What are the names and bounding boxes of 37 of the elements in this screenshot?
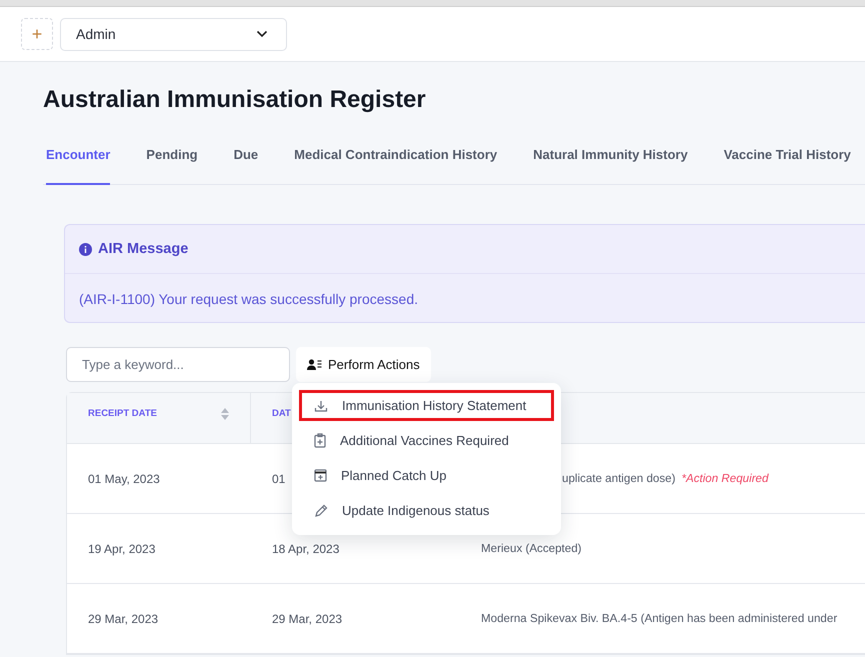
menu-item[interactable]: Update Indigenous status <box>299 495 554 526</box>
add-button[interactable]: + <box>21 18 53 50</box>
table-cell: Moderna Spikevax Biv. BA.4-5 (Antigen has been administered under <box>481 612 838 625</box>
column-header[interactable]: RECEIPT DATE <box>88 408 157 419</box>
table-cell: 01 May, 2023 <box>88 472 160 486</box>
download-icon <box>314 398 328 412</box>
clipboard-icon <box>314 433 326 448</box>
table-cell: 18 Apr, 2023 <box>272 542 340 556</box>
sort-icon[interactable] <box>221 408 229 420</box>
tab[interactable]: Natural Immunity History <box>533 147 688 185</box>
info-icon <box>79 242 92 256</box>
column-header[interactable]: DAT <box>272 408 291 419</box>
action-required-note: *Action Required <box>681 472 768 485</box>
message-text: (AIR-I-1100) Your request was successfully processed. <box>78 290 420 309</box>
user-list-icon <box>307 359 322 370</box>
table-cell: 29 Mar, 2023 <box>272 612 342 626</box>
table-cell: 19 Apr, 2023 <box>88 542 156 556</box>
search-field[interactable]: Type a keyword... <box>66 347 290 382</box>
chevron-down-icon <box>256 30 268 38</box>
role-select[interactable]: Admin <box>60 18 287 50</box>
tab[interactable]: Encounter <box>46 147 110 185</box>
menu-item[interactable]: Planned Catch Up <box>299 460 554 491</box>
pencil-icon <box>314 504 328 518</box>
page-title: Australian Immunisation Register <box>43 86 427 114</box>
tab[interactable]: Vaccine Trial History <box>724 147 851 185</box>
tab[interactable]: Due <box>234 147 258 185</box>
calendar-icon <box>314 469 327 482</box>
table-cell: uplicate antigen dose) <box>562 472 676 485</box>
table-cell: 01 <box>272 472 286 486</box>
table-cell: Merieux (Accepted) <box>481 542 582 555</box>
tab[interactable]: Medical Contraindication History <box>294 147 498 185</box>
menu-item[interactable]: Immunisation History Statement <box>299 390 554 421</box>
perform-actions-button[interactable]: Perform Actions <box>296 347 431 382</box>
message-title: AIR Message <box>98 241 188 257</box>
menu-item[interactable]: Additional Vaccines Required <box>299 425 554 456</box>
table-cell: 29 Mar, 2023 <box>88 612 158 626</box>
tab[interactable]: Pending <box>146 147 198 185</box>
